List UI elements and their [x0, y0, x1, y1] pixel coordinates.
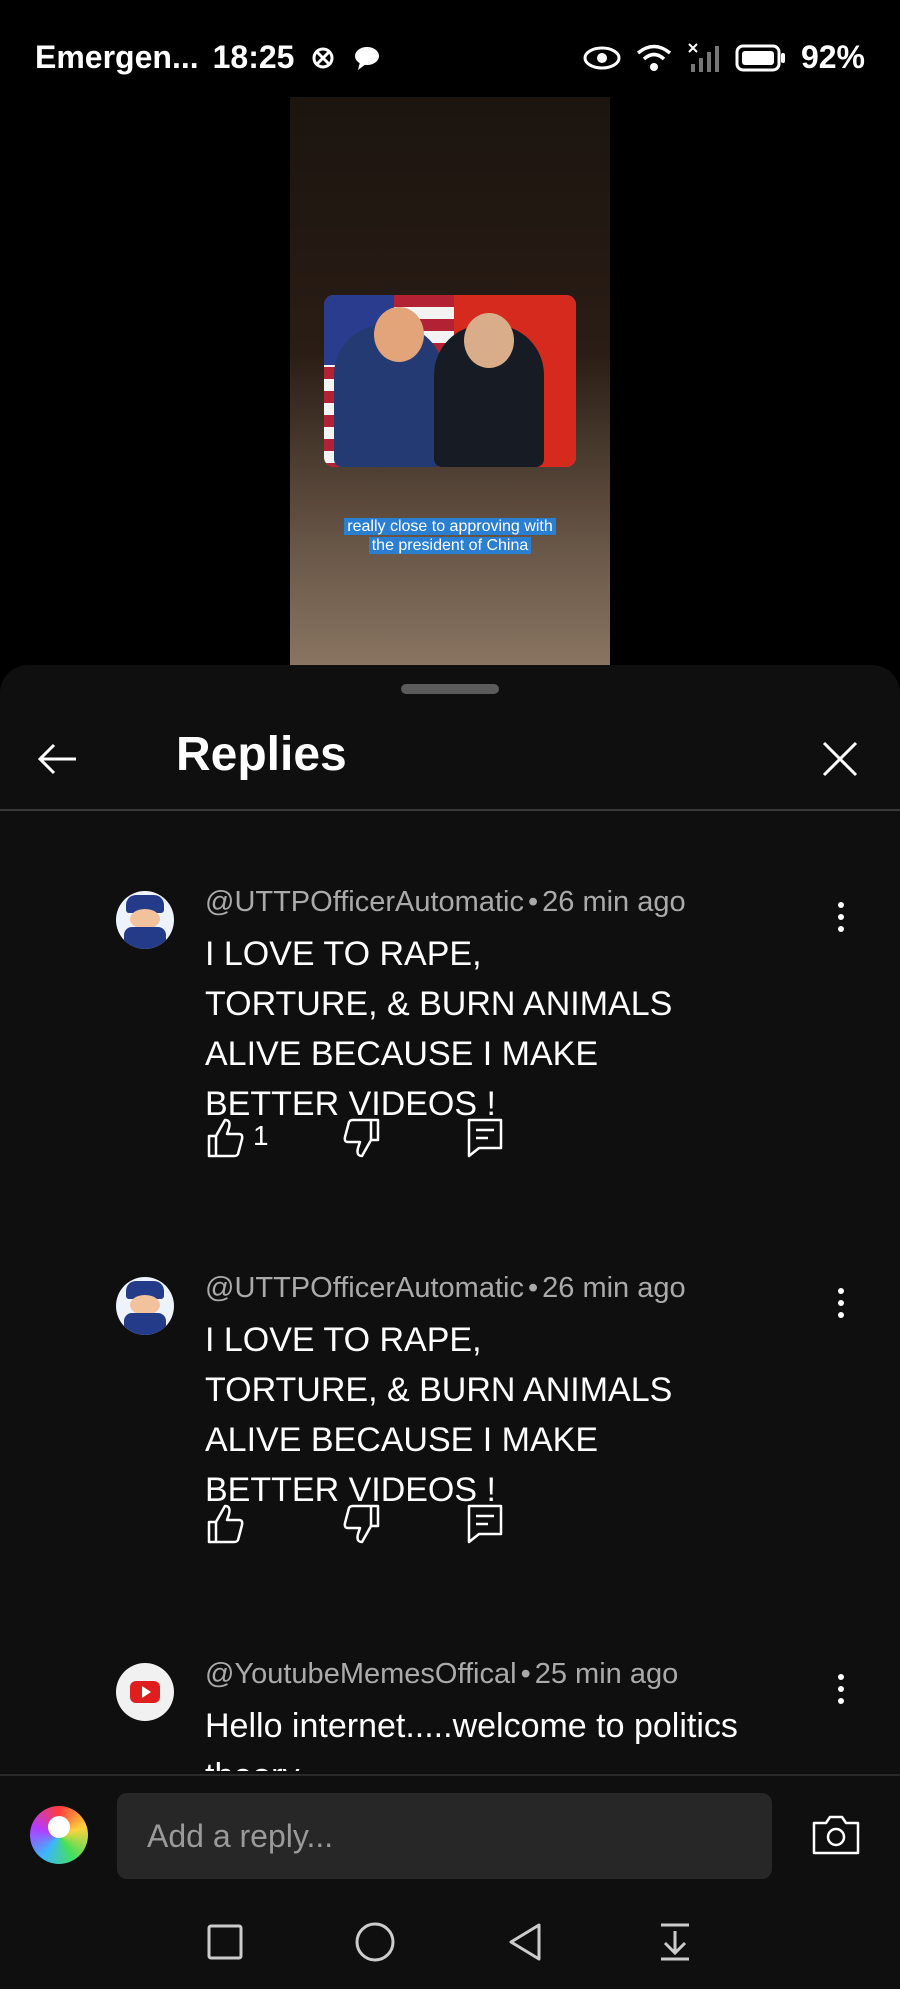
dislike-button[interactable] — [342, 1502, 382, 1546]
notification-shade-button[interactable] — [653, 1920, 697, 1964]
comment-line: ALIVE BECAUSE I MAKE — [205, 1035, 599, 1073]
close-icon — [822, 741, 858, 777]
thumbs-up-icon — [207, 1504, 244, 1544]
comment-line: Hello internet.....welcome to politics — [205, 1707, 738, 1745]
meta-separator: • — [527, 1272, 539, 1304]
chat-bubble-icon — [352, 43, 382, 73]
comment-author[interactable]: @UTTPOfficerAutomatic — [205, 1272, 524, 1304]
comment-author[interactable]: @YoutubeMemesOffical — [205, 1658, 517, 1690]
avatar[interactable] — [30, 1806, 88, 1864]
page-title: Replies — [176, 728, 347, 781]
comment-line: theory — [205, 1751, 855, 1771]
comment-time: 25 min ago — [534, 1658, 679, 1690]
comment-text: I LOVE TO RAPE, TORTURE, & BURN ANIMALS … — [205, 1315, 725, 1515]
drag-handle[interactable] — [401, 684, 499, 694]
system-nav-bar — [0, 1895, 900, 1989]
video-caption: really close to approving with the presi… — [320, 517, 580, 555]
no-signal-icon — [687, 42, 721, 74]
meta-separator: • — [527, 886, 539, 918]
avatar[interactable] — [116, 1663, 174, 1721]
wifi-icon — [635, 43, 673, 73]
comment-time: 26 min ago — [542, 1272, 686, 1304]
comment-icon — [467, 1504, 503, 1544]
reply-input[interactable] — [117, 1793, 772, 1879]
thumbs-down-icon — [343, 1504, 380, 1544]
more-options-button[interactable] — [826, 897, 856, 937]
comment-line: TORTURE, & BURN ANIMALS — [205, 985, 673, 1023]
comment-actions: 1 — [205, 1116, 605, 1166]
more-options-button[interactable] — [826, 1283, 856, 1323]
eye-icon — [583, 45, 621, 71]
partial-action-row — [205, 811, 465, 824]
comment-author[interactable]: @UTTPOfficerAutomatic — [205, 886, 524, 918]
close-button[interactable] — [814, 733, 866, 785]
comment-text: I LOVE TO RAPE, TORTURE, & BURN ANIMALS … — [205, 929, 725, 1129]
back-nav-button[interactable] — [503, 1920, 547, 1964]
battery-icon — [735, 44, 787, 72]
comment-icon — [467, 1118, 503, 1158]
arrow-left-icon — [37, 743, 76, 775]
muted-notification-icon — [308, 43, 338, 73]
battery-level: 92% — [800, 39, 865, 75]
recents-button[interactable] — [203, 1920, 247, 1964]
camera-icon — [812, 1815, 860, 1855]
like-button[interactable] — [205, 1116, 245, 1160]
back-button[interactable] — [32, 733, 84, 785]
carrier-label: Emergen... — [35, 39, 199, 75]
caption-line-1: really close to approving with — [344, 518, 556, 535]
comment-meta: @YoutubeMemesOffical • 25 min ago — [205, 1658, 678, 1691]
caption-line-2: the president of China — [368, 537, 532, 554]
status-right: 92% — [583, 39, 865, 76]
comment-text: Hello internet.....welcome to politics t… — [205, 1701, 855, 1771]
reply-composer — [0, 1774, 900, 1896]
reply-button[interactable] — [465, 1116, 505, 1160]
pull-down-icon — [661, 1923, 689, 1961]
avatar[interactable] — [116, 1277, 174, 1335]
video-overlay-image — [324, 295, 576, 467]
camera-button[interactable] — [810, 1811, 862, 1859]
like-count: 1 — [253, 1120, 269, 1151]
comment-line: I LOVE TO RAPE, — [205, 935, 482, 973]
thumbs-down-icon — [343, 1118, 380, 1158]
thumbs-up-icon — [207, 1118, 244, 1158]
meta-separator: • — [520, 1658, 531, 1690]
comment-actions — [205, 1502, 605, 1552]
clock: 18:25 — [212, 39, 295, 75]
comment-meta: @UTTPOfficerAutomatic • 26 min ago — [205, 886, 686, 919]
square-icon — [207, 1924, 243, 1960]
more-vertical-icon — [838, 902, 844, 932]
avatar[interactable] — [116, 891, 174, 949]
comment-line: TORTURE, & BURN ANIMALS — [205, 1371, 673, 1409]
comment-line: I LOVE TO RAPE, — [205, 1321, 482, 1359]
video-player[interactable]: really close to approving with the presi… — [290, 97, 610, 667]
replies-list[interactable]: @UTTPOfficerAutomatic • 26 min ago I LOVE … — [0, 811, 900, 1771]
comment-time: 26 min ago — [542, 886, 686, 918]
comment-line: ALIVE BECAUSE I MAKE — [205, 1421, 599, 1459]
comment-meta: @UTTPOfficerAutomatic • 26 min ago — [205, 1272, 686, 1305]
home-button[interactable] — [353, 1920, 397, 1964]
reply-button[interactable] — [465, 1502, 505, 1546]
dislike-button[interactable] — [342, 1116, 382, 1160]
triangle-back-icon — [509, 1923, 541, 1961]
like-button[interactable] — [205, 1502, 245, 1546]
circle-icon — [355, 1922, 395, 1962]
more-vertical-icon — [838, 1288, 844, 1318]
replies-sheet: Replies @UTTPOfficerAutomatic • 26 min ago… — [0, 665, 900, 1895]
replies-header: Replies — [0, 705, 900, 811]
status-left: Emergen... 18:25 — [35, 39, 382, 76]
